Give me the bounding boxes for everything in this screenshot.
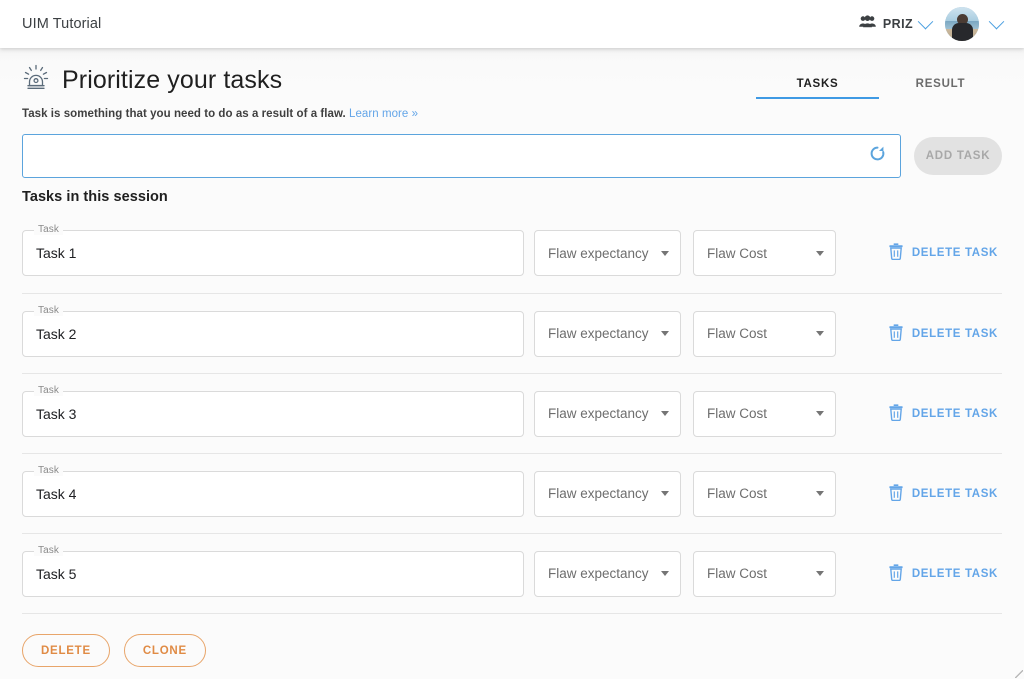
flaw-cost-value: Flaw Cost [707,406,768,421]
caret-down-icon [661,331,669,336]
caret-down-icon [816,250,824,256]
app-bar-actions: PRIZ [859,7,1005,41]
flaw-expectancy-select[interactable]: Flaw expectancy [534,310,681,357]
flaw-cost-value: Flaw Cost [707,326,768,341]
delete-task-label: DELETE TASK [911,567,998,580]
task-list: TaskFlaw expectancyFlaw CostDELETE TASKT… [22,213,1002,613]
app-title: UIM Tutorial [22,16,102,32]
caret-down-icon [816,571,824,576]
delete-button[interactable]: DELETE [22,634,110,667]
delete-task-label: DELETE TASK [911,327,998,340]
avatar[interactable] [945,7,979,41]
resize-handle[interactable] [1015,670,1023,678]
caret-down-icon [816,411,824,416]
task-field-label: Task [34,224,63,235]
task-field-label: Task [34,544,63,556]
group-icon [859,15,876,33]
flaw-cost-select[interactable]: Flaw Cost [693,230,836,276]
flaw-cost-value: Flaw Cost [707,245,768,261]
clone-button[interactable]: CLONE [123,634,206,667]
trash-icon [888,403,904,424]
task-name-field[interactable]: Task [22,464,524,517]
flaw-cost-select[interactable]: Flaw Cost [693,470,836,517]
delete-task-button[interactable]: DELETE TASK [888,323,1002,344]
task-name-field[interactable]: Task [22,304,524,357]
task-row: Task Flaw expectancy Flaw Cost DELETE TASK [22,453,1002,533]
footer-actions: DELETE CLONE [22,614,1002,667]
flaw-expectancy-value: Flaw expectancy [548,245,649,261]
caret-down-icon [661,571,669,576]
task-name-field[interactable]: Task [22,544,524,597]
task-field-label: Task [34,384,63,396]
task-name-field[interactable]: Task [22,224,524,276]
page-header-left: Prioritize your tasks Task is something … [22,64,418,120]
caret-down-icon [661,411,669,416]
learn-more-link[interactable]: Learn more » [349,108,418,120]
caret-down-icon [661,250,669,256]
trash-icon [888,243,904,263]
section-heading: Tasks in this session [22,189,168,205]
flaw-expectancy-select[interactable]: Flaw expectancy [534,470,681,517]
task-name-field[interactable]: Task [22,384,524,437]
flaw-cost-value: Flaw Cost [707,486,768,501]
delete-task-label: DELETE TASK [911,247,998,259]
task-row: Task Flaw expectancy Flaw Cost DELETE TASK [22,373,1002,453]
new-task-input[interactable] [37,148,869,164]
task-field-label: Task [34,464,63,476]
app-bar: UIM Tutorial PRIZ [0,0,1024,48]
flaw-cost-value: Flaw Cost [707,566,768,581]
caret-down-icon [816,331,824,336]
flaw-expectancy-value: Flaw expectancy [548,326,649,341]
page-header: Prioritize your tasks Task is something … [22,48,1002,120]
trash-icon [888,563,904,584]
add-task-button[interactable]: ADD TASK [914,137,1002,175]
chevron-down-icon[interactable] [917,13,934,29]
page-content: Prioritize your tasks Task is something … [0,48,1024,679]
flaw-cost-select[interactable]: Flaw Cost [693,310,836,357]
siren-icon [22,64,50,97]
org-switcher[interactable]: PRIZ [859,13,934,33]
delete-task-label: DELETE TASK [911,487,998,500]
refresh-icon[interactable] [869,145,886,167]
trash-icon [888,483,904,504]
tab-result[interactable]: RESULT [879,72,1002,99]
flaw-expectancy-value: Flaw expectancy [548,486,649,501]
task-row: Task Flaw expectancy Flaw Cost DELETE TASK [22,533,1002,613]
caret-down-icon [816,491,824,496]
task-field-label: Task [34,304,63,316]
delete-task-button[interactable]: DELETE TASK [888,403,1002,424]
new-task-field[interactable] [22,134,901,178]
chevron-down-icon[interactable] [988,13,1005,29]
delete-task-label: DELETE TASK [911,407,998,420]
flaw-cost-select[interactable]: Flaw Cost [693,390,836,437]
new-task-row: ADD TASK [22,134,1002,178]
subtitle-text: Task is something that you need to do as… [22,108,346,120]
delete-task-button[interactable]: DELETE TASK [888,563,1002,584]
tab-tasks[interactable]: TASKS [756,72,879,99]
flaw-expectancy-select[interactable]: Flaw expectancy [534,390,681,437]
tab-bar: TASKS RESULT [756,72,1002,99]
flaw-expectancy-select[interactable]: Flaw expectancy [534,550,681,597]
flaw-cost-select[interactable]: Flaw Cost [693,550,836,597]
task-name-input[interactable] [36,565,510,582]
page-title: Prioritize your tasks [62,65,283,94]
trash-icon [888,323,904,344]
task-row: Task Flaw expectancy Flaw Cost DELETE TASK [22,213,1002,293]
page-subtitle: Task is something that you need to do as… [22,108,418,120]
org-name: PRIZ [882,17,913,31]
flaw-expectancy-value: Flaw expectancy [548,406,649,421]
delete-task-button[interactable]: DELETE TASK [888,483,1002,504]
flaw-expectancy-value: Flaw expectancy [548,566,649,581]
account-menu[interactable] [945,7,1005,41]
flaw-expectancy-select[interactable]: Flaw expectancy [534,230,681,276]
task-name-input[interactable] [36,485,510,502]
task-name-input[interactable] [36,245,510,261]
task-row: Task Flaw expectancy Flaw Cost DELETE TASK [22,293,1002,373]
caret-down-icon [661,491,669,496]
task-name-input[interactable] [36,325,510,342]
task-name-input[interactable] [36,405,510,422]
delete-task-button[interactable]: DELETE TASK [888,243,1002,263]
